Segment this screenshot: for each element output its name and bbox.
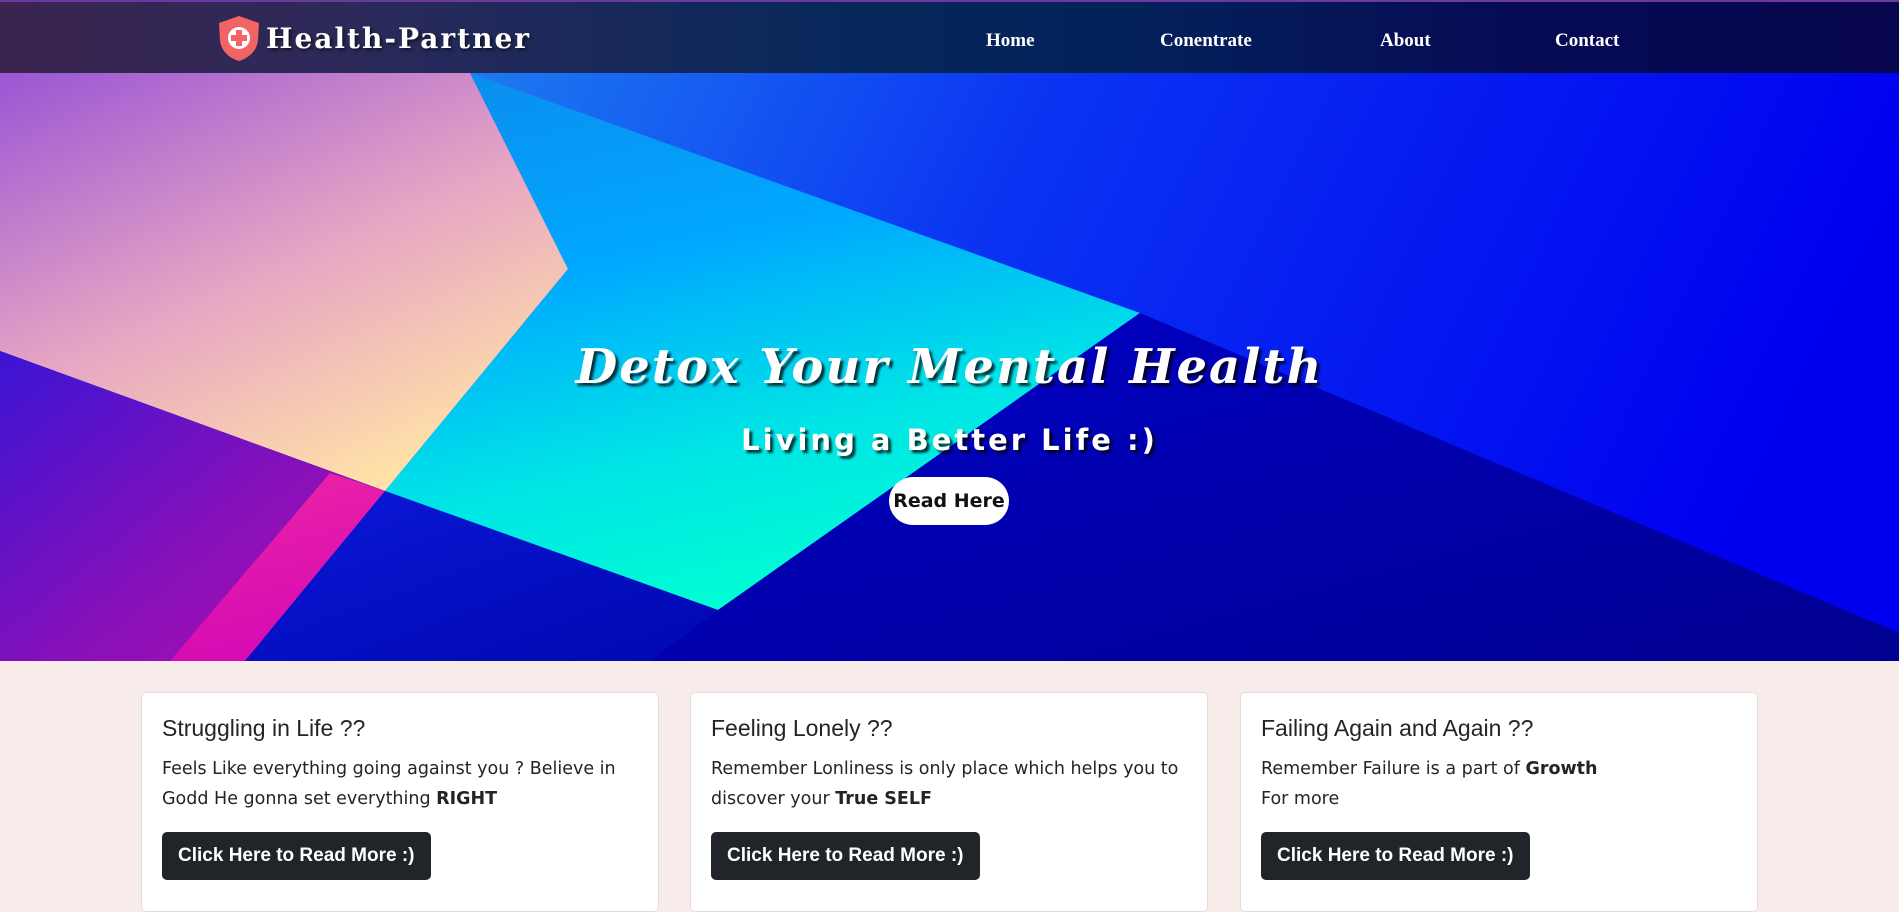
nav-home-link[interactable]: Home — [986, 30, 1035, 52]
read-more-button[interactable]: Click Here to Read More :) — [711, 832, 980, 880]
card-text-part: Remember Lonliness is only place which h… — [711, 759, 1179, 809]
card-struggling: Struggling in Life ?? Feels Like everyth… — [141, 692, 659, 912]
nav-links: Home Conentrate About Contact — [0, 2, 1899, 75]
card-text-bold: Growth — [1525, 759, 1598, 779]
card-failing: Failing Again and Again ?? Remember Fail… — [1240, 692, 1758, 912]
cards-section: Struggling in Life ?? Feels Like everyth… — [0, 661, 1899, 912]
nav-about-link[interactable]: About — [1380, 30, 1431, 52]
card-text-part: For more — [1261, 789, 1340, 809]
hero-subtitle: Living a Better Life :) — [741, 423, 1158, 457]
card-text: Remember Lonliness is only place which h… — [711, 754, 1187, 814]
navbar: Health-Partner Home Conentrate About Con… — [0, 0, 1899, 73]
card-text-part: Remember Failure is a part of — [1261, 759, 1526, 779]
card-title: Feeling Lonely ?? — [711, 715, 893, 741]
card-text-bold: RIGHT — [436, 789, 498, 809]
card-lonely: Feeling Lonely ?? Remember Lonliness is … — [690, 692, 1208, 912]
read-more-button[interactable]: Click Here to Read More :) — [162, 832, 431, 880]
card-title: Struggling in Life ?? — [162, 715, 366, 741]
hero-title: Detox Your Mental Health — [575, 339, 1324, 395]
card-text: Feels Like everything going against you … — [162, 754, 638, 814]
read-more-button[interactable]: Click Here to Read More :) — [1261, 832, 1530, 880]
card-text: Remember Failure is a part of Growth For … — [1261, 754, 1737, 814]
hero-section: Detox Your Mental Health Living a Better… — [0, 73, 1899, 661]
nav-concentrate-link[interactable]: Conentrate — [1160, 30, 1252, 52]
card-title: Failing Again and Again ?? — [1261, 715, 1534, 741]
card-text-part: Feels Like everything going against you … — [162, 759, 616, 809]
read-here-button[interactable]: Read Here — [889, 477, 1009, 525]
card-text-bold: True SELF — [835, 789, 932, 809]
nav-contact-link[interactable]: Contact — [1555, 30, 1619, 52]
